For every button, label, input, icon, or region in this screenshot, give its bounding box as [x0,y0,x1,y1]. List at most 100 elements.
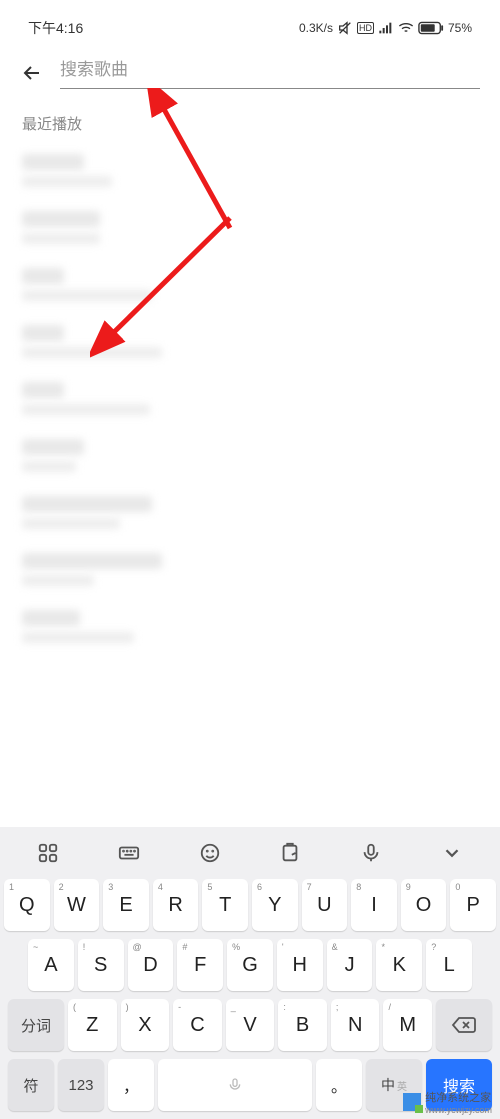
keyboard-row-1: 1Q2W3E4R5T6Y7U8I9O0P [4,879,496,931]
song-subtitle-redacted [22,461,76,472]
key-e[interactable]: 3E [103,879,149,931]
key-n[interactable]: ;N [331,999,380,1051]
mic-icon [360,842,382,864]
key-b[interactable]: :B [278,999,327,1051]
key-i[interactable]: 8I [351,879,397,931]
list-item[interactable] [22,486,478,543]
status-indicators: 0.3K/s HD 75% [299,20,472,36]
song-title-redacted [22,496,152,512]
watermark-url: www.ycwjzy.com [425,1105,492,1115]
battery-icon [418,21,444,35]
list-item[interactable] [22,201,478,258]
kb-tool-clipboard[interactable] [270,833,310,873]
watermark: 纯净系统之家 www.ycwjzy.com [403,1089,492,1115]
backspace-icon [451,1015,477,1035]
recent-songs-list [0,144,500,657]
key-f[interactable]: #F [177,939,223,991]
key-x[interactable]: )X [121,999,170,1051]
status-bar: 下午4:16 0.3K/s HD 75% [0,8,500,48]
key-s[interactable]: !S [78,939,124,991]
mute-icon [337,20,353,36]
keyboard-rows: 1Q2W3E4R5T6Y7U8I9O0P ~A!S@D#F%G'H&J*K?L … [0,875,500,1119]
key-h[interactable]: 'H [277,939,323,991]
list-item[interactable] [22,315,478,372]
kb-tool-grid[interactable] [28,833,68,873]
section-title-recent: 最近播放 [0,89,500,144]
number-key[interactable]: 123 [58,1059,104,1111]
key-j[interactable]: &J [327,939,373,991]
emoji-icon [199,842,221,864]
space-key[interactable] [158,1059,312,1111]
song-subtitle-redacted [22,176,112,187]
kb-tool-collapse[interactable] [432,833,472,873]
list-item[interactable] [22,258,478,315]
song-subtitle-redacted [22,233,100,244]
key-z[interactable]: (Z [68,999,117,1051]
key-q[interactable]: 1Q [4,879,50,931]
list-item[interactable] [22,543,478,600]
list-item[interactable] [22,144,478,201]
list-item[interactable] [22,372,478,429]
keyboard-row-2: ~A!S@D#F%G'H&J*K?L [4,939,496,991]
keyboard-row-3: 分词 (Z)X-C_V:B;N/M [4,999,496,1051]
keyboard-icon [117,842,141,864]
song-title-redacted [22,211,100,227]
song-subtitle-redacted [22,347,162,358]
key-w[interactable]: 2W [54,879,100,931]
key-t[interactable]: 5T [202,879,248,931]
symbol-key[interactable]: 符 [8,1059,54,1111]
search-row [0,48,500,89]
key-g[interactable]: %G [227,939,273,991]
fenci-key[interactable]: 分词 [8,999,64,1051]
song-title-redacted [22,553,162,569]
list-item[interactable] [22,600,478,657]
status-time: 下午4:16 [28,18,83,38]
keyboard-toolbar [0,831,500,875]
song-subtitle-redacted [22,290,152,301]
song-subtitle-redacted [22,404,150,415]
status-speed: 0.3K/s [299,21,333,35]
period-key[interactable]: 。 [316,1059,362,1111]
watermark-title: 纯净系统之家 [425,1089,492,1105]
song-subtitle-redacted [22,575,94,586]
wifi-icon [398,20,414,36]
key-a[interactable]: ~A [28,939,74,991]
back-arrow-icon [20,61,44,85]
song-title-redacted [22,325,64,341]
kb-tool-emoji[interactable] [190,833,230,873]
kb-tool-keyboard[interactable] [109,833,149,873]
search-input[interactable] [60,56,480,89]
watermark-logo-icon [403,1093,421,1111]
backspace-key[interactable] [436,999,492,1051]
song-title-redacted [22,154,84,170]
key-m[interactable]: /M [383,999,432,1051]
song-title-redacted [22,439,84,455]
battery-percent: 75% [448,21,472,35]
key-u[interactable]: 7U [302,879,348,931]
key-r[interactable]: 4R [153,879,199,931]
comma-key[interactable]: ， [108,1059,154,1111]
key-y[interactable]: 6Y [252,879,298,931]
song-title-redacted [22,382,64,398]
key-c[interactable]: -C [173,999,222,1051]
list-item[interactable] [22,429,478,486]
key-d[interactable]: @D [128,939,174,991]
key-k[interactable]: *K [376,939,422,991]
key-v[interactable]: _V [226,999,275,1051]
keyboard: 1Q2W3E4R5T6Y7U8I9O0P ~A!S@D#F%G'H&J*K?L … [0,827,500,1119]
chevron-down-icon [441,842,463,864]
clipboard-icon [279,842,301,864]
song-title-redacted [22,268,64,284]
back-button[interactable] [20,61,44,85]
mic-small-icon [227,1077,243,1093]
kb-tool-voice[interactable] [351,833,391,873]
song-title-redacted [22,610,80,626]
key-l[interactable]: ?L [426,939,472,991]
song-subtitle-redacted [22,518,120,529]
key-o[interactable]: 9O [401,879,447,931]
key-p[interactable]: 0P [450,879,496,931]
grid-icon [37,842,59,864]
song-subtitle-redacted [22,632,134,643]
signal-icon [378,20,394,36]
hd-icon: HD [357,22,374,34]
